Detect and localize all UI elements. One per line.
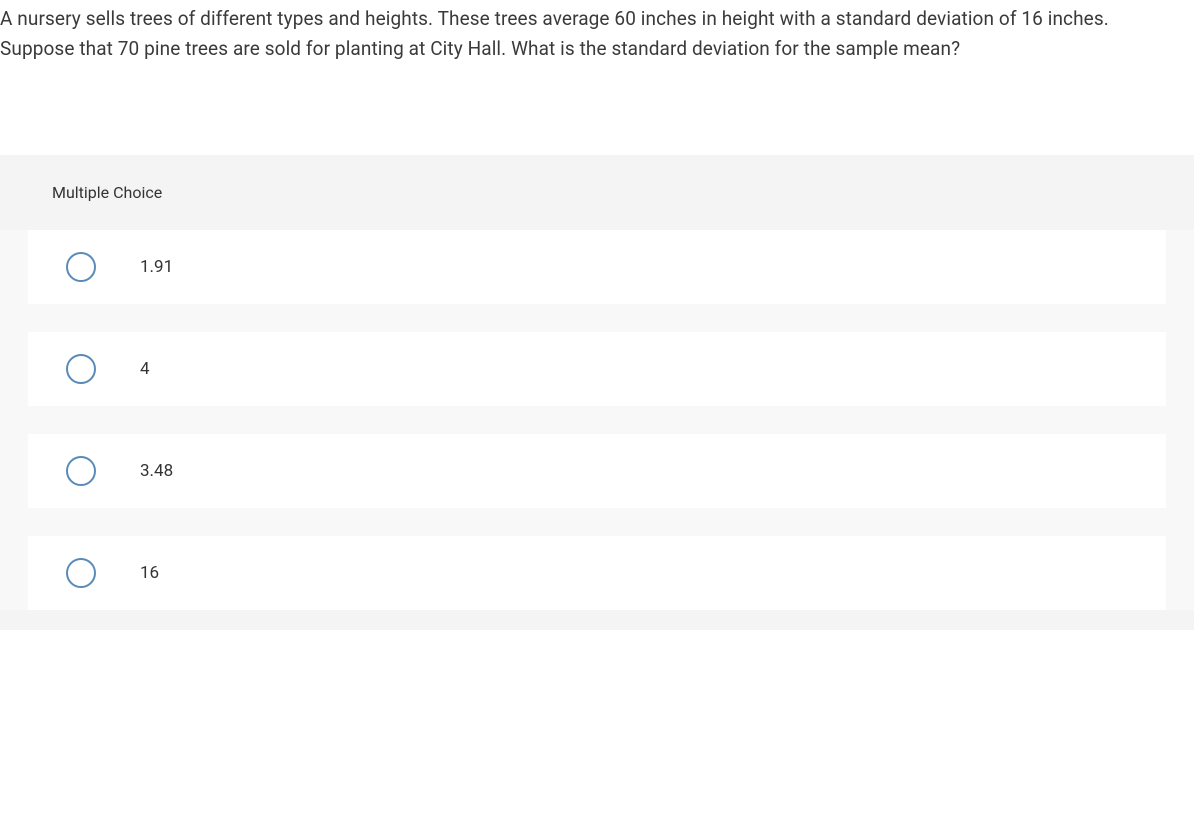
option-label: 16 <box>140 563 159 583</box>
radio-icon[interactable] <box>66 558 96 588</box>
options-container: 1.91 4 3.48 16 <box>0 230 1194 610</box>
section-header: Multiple Choice <box>0 155 1194 230</box>
option-row[interactable]: 4 <box>28 332 1166 406</box>
option-label: 3.48 <box>140 461 173 481</box>
option-row[interactable]: 1.91 <box>28 230 1166 304</box>
option-row[interactable]: 16 <box>28 536 1166 610</box>
option-label: 4 <box>140 359 150 379</box>
radio-icon[interactable] <box>66 354 96 384</box>
option-label: 1.91 <box>140 257 173 277</box>
question-text: A nursery sells trees of different types… <box>0 0 1194 65</box>
option-row[interactable]: 3.48 <box>28 434 1166 508</box>
radio-icon[interactable] <box>66 456 96 486</box>
answer-section: Multiple Choice 1.91 4 3.48 16 <box>0 155 1194 630</box>
radio-icon[interactable] <box>66 252 96 282</box>
